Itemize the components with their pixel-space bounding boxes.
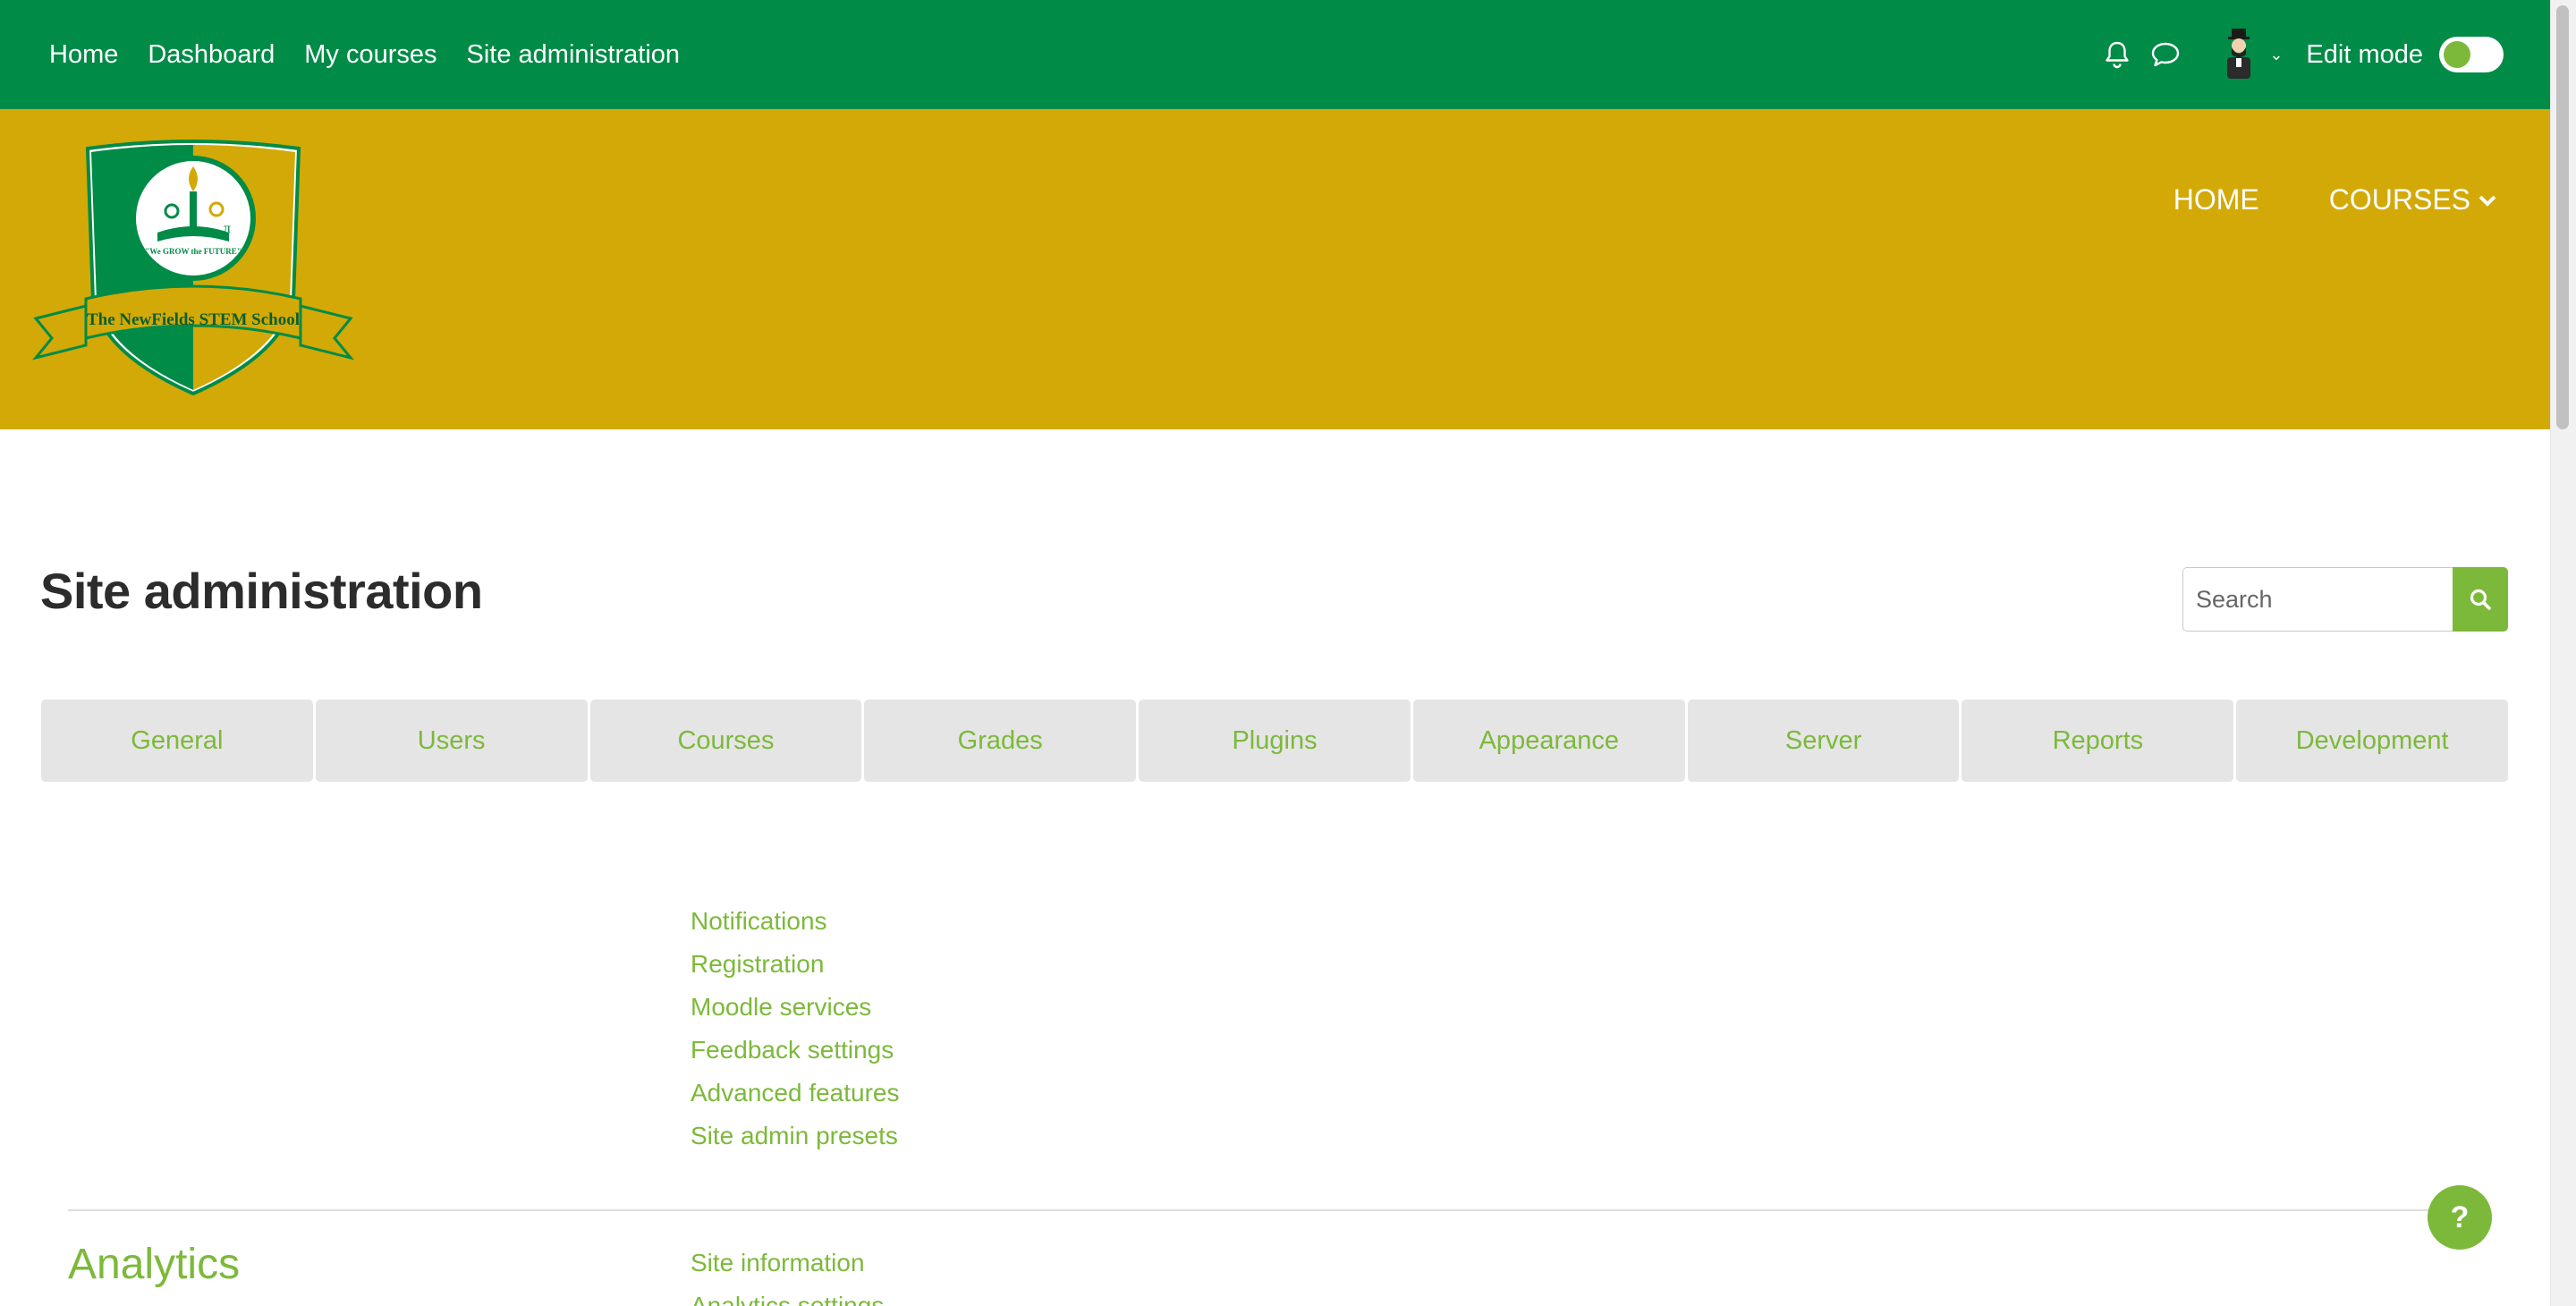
help-button[interactable]: ? [2428, 1185, 2492, 1250]
nav-site-administration[interactable]: Site administration [467, 40, 681, 70]
tab-server[interactable]: Server [1687, 700, 1960, 782]
section-title-analytics[interactable]: Analytics [68, 1240, 240, 1289]
link-analytics-settings[interactable]: Analytics settings [691, 1285, 884, 1306]
user-controls: ⌄ Edit mode [2104, 0, 2504, 109]
link-feedback-settings[interactable]: Feedback settings [691, 1029, 900, 1072]
svg-text:π: π [224, 221, 231, 236]
site-banner [0, 109, 2550, 429]
general-links: Notifications Registration Moodle servic… [691, 900, 900, 1158]
tab-grades[interactable]: Grades [864, 700, 1137, 782]
nav-my-courses[interactable]: My courses [304, 40, 436, 70]
svg-text:"We GROW the FUTURE": "We GROW the FUTURE" [145, 247, 242, 256]
tab-general[interactable]: General [41, 700, 313, 782]
toggle-knob [2444, 41, 2470, 68]
school-logo[interactable]: π "We GROW the FUTURE" The NewFields STE… [31, 140, 355, 397]
link-notifications[interactable]: Notifications [691, 900, 900, 943]
tab-development[interactable]: Development [2236, 700, 2509, 782]
nav-dashboard[interactable]: Dashboard [148, 40, 275, 70]
admin-tabs: General Users Courses Grades Plugins App… [41, 700, 2509, 782]
nav-home[interactable]: Home [49, 40, 118, 70]
chevron-down-icon [2479, 195, 2496, 207]
tab-users[interactable]: Users [315, 700, 588, 782]
banner-nav: HOME COURSES [2174, 183, 2497, 216]
chevron-down-icon[interactable]: ⌄ [2269, 46, 2283, 64]
tab-reports[interactable]: Reports [1962, 700, 2234, 782]
search-icon [2470, 589, 2491, 610]
banner-nav-courses[interactable]: COURSES [2329, 183, 2497, 216]
edit-mode-label: Edit mode [2306, 39, 2423, 69]
banner-nav-courses-label: COURSES [2328, 183, 2470, 216]
help-icon: ? [2450, 1200, 2470, 1234]
top-navbar: Home Dashboard My courses Site administr… [0, 0, 2550, 109]
link-site-admin-presets[interactable]: Site admin presets [691, 1115, 900, 1158]
tab-courses[interactable]: Courses [589, 700, 862, 782]
analytics-links: Site information Analytics settings [691, 1242, 884, 1306]
edit-mode-toggle[interactable] [2439, 37, 2504, 72]
bell-icon[interactable] [2104, 40, 2131, 69]
admin-search [2182, 567, 2508, 632]
search-button[interactable] [2453, 567, 2508, 632]
search-input[interactable] [2182, 567, 2453, 632]
avatar[interactable] [2221, 29, 2257, 81]
scrollbar-thumb[interactable] [2556, 5, 2569, 429]
page-title: Site administration [40, 563, 483, 619]
svg-text:The NewFields STEM School: The NewFields STEM School [87, 310, 300, 329]
link-registration[interactable]: Registration [691, 943, 900, 986]
primary-nav: Home Dashboard My courses Site administr… [49, 0, 680, 109]
banner-nav-home[interactable]: HOME [2174, 183, 2259, 216]
tab-plugins[interactable]: Plugins [1139, 700, 1411, 782]
chat-icon[interactable] [2150, 41, 2181, 68]
tab-appearance[interactable]: Appearance [1412, 700, 1685, 782]
link-advanced-features[interactable]: Advanced features [691, 1072, 900, 1115]
section-divider [68, 1209, 2474, 1211]
link-site-information[interactable]: Site information [691, 1242, 884, 1285]
link-moodle-services[interactable]: Moodle services [691, 986, 900, 1029]
